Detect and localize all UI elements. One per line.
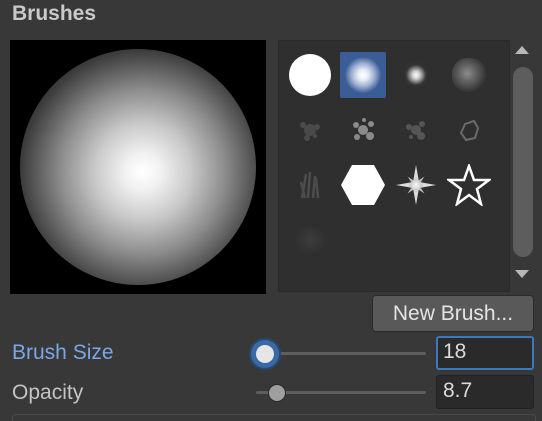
opacity-field[interactable]: 8.7 xyxy=(436,375,534,409)
scroll-thumb[interactable] xyxy=(513,67,533,257)
brush-item-splatter-1[interactable] xyxy=(283,102,336,157)
brush-item-splatter-3[interactable] xyxy=(389,102,442,157)
grass-brush-icon xyxy=(299,171,319,198)
brush-item-splatter-2[interactable] xyxy=(336,102,389,157)
brush-item-sparkle[interactable] xyxy=(389,157,442,212)
outline-splatter-brush-icon xyxy=(459,119,479,141)
brush-item-hexagon[interactable] xyxy=(336,157,389,212)
scroll-up-arrow-icon[interactable] xyxy=(515,46,529,54)
brush-item-small-soft[interactable] xyxy=(389,47,442,102)
brush-item-star[interactable] xyxy=(442,157,495,212)
scroll-down-arrow-icon[interactable] xyxy=(515,270,529,278)
brush-size-field[interactable]: 18 xyxy=(436,336,534,370)
brush-item-splatter-4[interactable] xyxy=(442,102,495,157)
splatter-brush-icon xyxy=(405,120,425,140)
brush-item-faint[interactable] xyxy=(283,212,336,267)
star-brush-icon xyxy=(446,163,491,206)
faint-brush-icon xyxy=(292,226,327,253)
brush-item-grass[interactable] xyxy=(283,157,336,212)
brush-size-slider[interactable] xyxy=(256,352,426,355)
splatter-brush-icon xyxy=(299,121,320,141)
opacity-label: Opacity xyxy=(12,381,84,404)
hexagon-brush-icon xyxy=(340,164,385,205)
cloud-brush-icon xyxy=(451,57,486,92)
panel-title: Brushes xyxy=(12,2,97,25)
brush-item-soft-round[interactable] xyxy=(336,47,389,102)
brush-item-hard-round[interactable] xyxy=(283,47,336,102)
sparkle-brush-icon xyxy=(395,164,436,205)
brush-preview xyxy=(10,40,266,294)
brush-grid xyxy=(278,40,510,292)
brush-item-cloud[interactable] xyxy=(442,47,495,102)
opacity-slider-knob[interactable] xyxy=(268,384,286,402)
brush-preview-shape xyxy=(20,49,256,285)
small-soft-brush-icon xyxy=(402,61,429,88)
splatter-brush-icon xyxy=(352,117,374,140)
new-brush-button[interactable]: New Brush... xyxy=(372,295,534,332)
brush-size-slider-knob[interactable] xyxy=(256,345,274,363)
hard-round-brush-icon xyxy=(288,53,331,96)
brush-size-label: Brush Size xyxy=(12,341,114,364)
soft-round-brush-icon xyxy=(344,56,381,93)
brush-grid-scrollbar[interactable] xyxy=(510,40,536,290)
